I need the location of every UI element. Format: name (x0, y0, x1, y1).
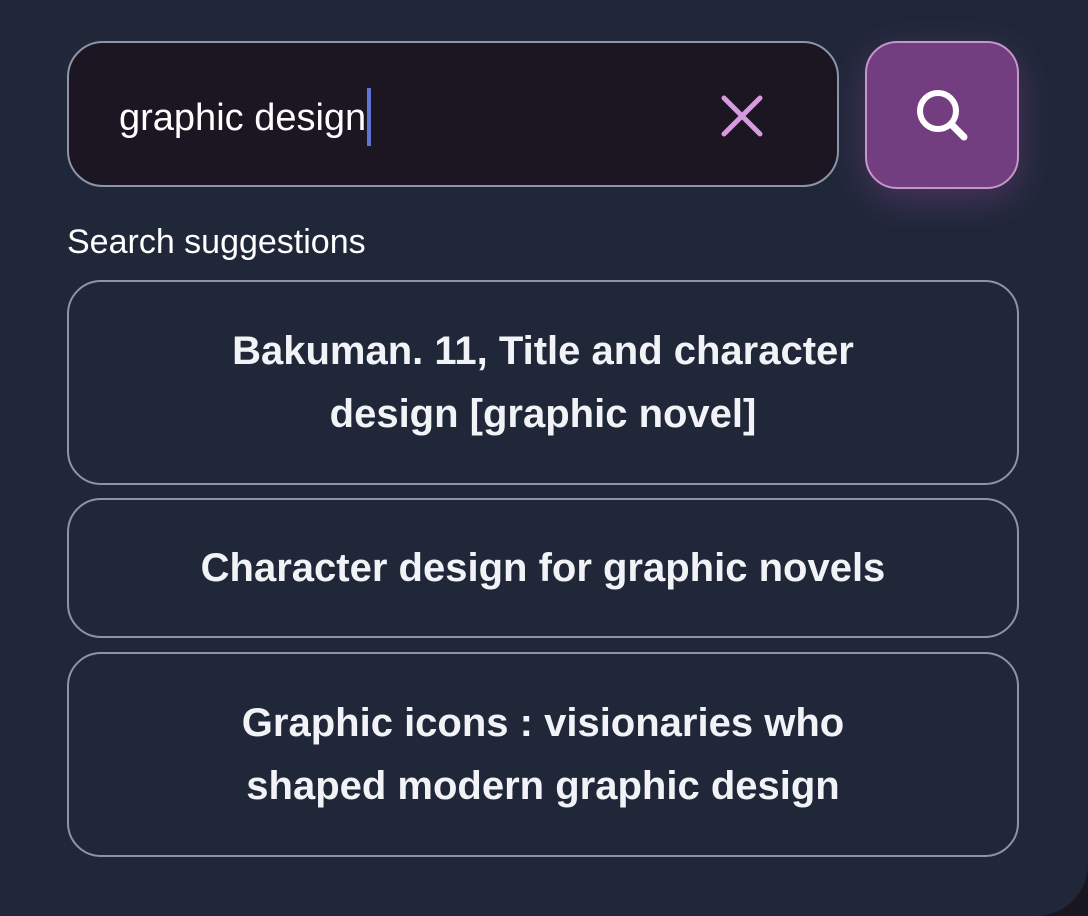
search-panel: graphic design Search suggestions Bakuma… (0, 0, 1088, 916)
suggestion-item[interactable]: Character design for graphic novels (67, 498, 1019, 638)
close-icon (721, 95, 763, 137)
search-field[interactable]: graphic design (67, 41, 839, 187)
search-button[interactable] (865, 41, 1019, 189)
search-input[interactable]: graphic design (119, 88, 679, 146)
search-input-text: graphic design (119, 97, 367, 140)
search-suggestions-heading: Search suggestions (67, 223, 366, 261)
suggestion-item[interactable]: Graphic icons : visionaries who shaped m… (67, 652, 1019, 857)
suggestion-item[interactable]: Bakuman. 11, Title and character design … (67, 280, 1019, 485)
clear-search-button[interactable] (717, 91, 767, 141)
search-row: graphic design (67, 41, 1019, 189)
text-cursor (367, 88, 372, 146)
suggestion-label: Bakuman. 11, Title and character design … (232, 328, 854, 436)
suggestion-label: Character design for graphic novels (200, 545, 886, 590)
suggestion-label: Graphic icons : visionaries who shaped m… (241, 700, 845, 808)
search-icon (917, 90, 968, 141)
